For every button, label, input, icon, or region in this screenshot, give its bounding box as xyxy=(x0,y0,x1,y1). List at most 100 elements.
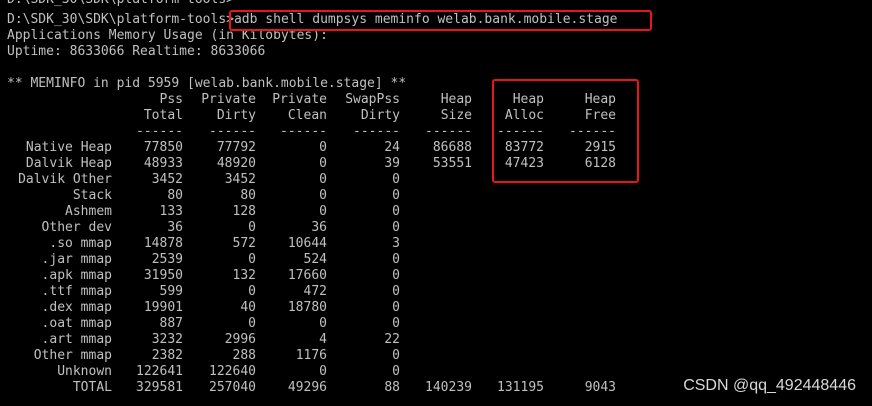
row-value: 2539 xyxy=(151,252,183,267)
table-row: Stack 80 80 0 0 xyxy=(0,188,700,204)
row-value: 0 xyxy=(392,348,400,363)
column-separator: ------ xyxy=(353,124,400,139)
row-value: 4 xyxy=(319,332,327,347)
row-value: 257040 xyxy=(209,380,256,395)
row-value: 24 xyxy=(384,140,400,155)
row-label: .apk mmap xyxy=(41,268,112,283)
row-value: 0 xyxy=(319,188,327,203)
csdn-watermark: CSDN @qq_492448446 xyxy=(683,377,856,394)
column-header-top: Private xyxy=(201,92,256,107)
prompt-path: D:\SDK_30\SDK\platform-tools xyxy=(7,12,227,27)
row-value: 48933 xyxy=(143,156,183,171)
column-header-top: SwapPss xyxy=(345,92,400,107)
column-separator: ------ xyxy=(136,124,183,139)
row-value: 88 xyxy=(384,380,400,395)
row-value: 80 xyxy=(167,188,183,203)
uptime-line: Uptime: 8633066 Realtime: 8633066 xyxy=(7,44,266,59)
column-header-bottom: Size xyxy=(440,108,472,123)
row-value: 572 xyxy=(232,236,256,251)
row-value: 39 xyxy=(384,156,400,171)
column-separator: ------ xyxy=(209,124,256,139)
row-value: 17660 xyxy=(287,268,327,283)
row-value: 9043 xyxy=(584,380,616,395)
row-value: 1176 xyxy=(295,348,327,363)
row-value: 524 xyxy=(303,252,327,267)
table-row: Unknown 122641 122640 0 0 xyxy=(0,364,700,380)
column-header-top: Heap xyxy=(440,92,472,107)
row-value: 0 xyxy=(319,172,327,187)
column-separator: ------ xyxy=(425,124,472,139)
previous-prompt-line: D:\SDK_30\SDK\platform-tools> xyxy=(7,0,234,8)
row-label: Other mmap xyxy=(33,348,112,363)
row-value: 0 xyxy=(248,220,256,235)
row-value: 0 xyxy=(392,364,400,379)
row-value: 0 xyxy=(248,316,256,331)
row-value: 36 xyxy=(167,220,183,235)
command-highlight-box xyxy=(229,10,652,31)
row-label: .oat mmap xyxy=(41,316,112,331)
row-value: 0 xyxy=(392,316,400,331)
row-value: 0 xyxy=(392,172,400,187)
column-header-bottom: Dirty xyxy=(216,108,256,123)
table-row: Other mmap 2382 288 1176 0 xyxy=(0,348,700,364)
row-value: 18780 xyxy=(287,300,327,315)
table-row: .apk mmap 31950 132 17660 0 xyxy=(0,268,700,284)
row-value: 288 xyxy=(232,348,256,363)
row-value: 0 xyxy=(319,364,327,379)
row-value: 48920 xyxy=(216,156,256,171)
row-value: 80 xyxy=(240,188,256,203)
row-label: Native Heap xyxy=(25,140,112,155)
table-row: .oat mmap 887 0 0 0 xyxy=(0,316,700,332)
table-row: Ashmem 133 128 0 0 xyxy=(0,204,700,220)
row-value: 3232 xyxy=(151,332,183,347)
row-value: 0 xyxy=(319,156,327,171)
column-separator: ------ xyxy=(280,124,327,139)
row-value: 0 xyxy=(392,220,400,235)
row-value: 0 xyxy=(392,204,400,219)
row-value: 122640 xyxy=(209,364,256,379)
terminal-window[interactable]: D:\SDK_30\SDK\platform-tools> D:\SDK_30\… xyxy=(0,0,872,406)
column-header-bottom: Dirty xyxy=(360,108,400,123)
row-label: .art mmap xyxy=(41,332,112,347)
row-value: 86688 xyxy=(432,140,472,155)
table-row: .jar mmap 2539 0 524 0 xyxy=(0,252,700,268)
row-value: 14878 xyxy=(143,236,183,251)
row-value: 22 xyxy=(384,332,400,347)
row-value: 0 xyxy=(392,252,400,267)
column-header-top: Private xyxy=(272,92,327,107)
row-label: .dex mmap xyxy=(41,300,112,315)
row-label: Stack xyxy=(72,188,112,203)
row-label: Dalvik Heap xyxy=(25,156,112,171)
row-value: 133 xyxy=(159,204,183,219)
row-value: 887 xyxy=(159,316,183,331)
row-value: 31950 xyxy=(143,268,183,283)
row-value: 0 xyxy=(319,316,327,331)
table-row: .dex mmap 19901 40 18780 0 xyxy=(0,300,700,316)
row-value: 0 xyxy=(392,188,400,203)
row-value: 329581 xyxy=(136,380,183,395)
table-row: Other dev 36 0 36 0 xyxy=(0,220,700,236)
row-value: 0 xyxy=(248,284,256,299)
row-value: 19901 xyxy=(143,300,183,315)
row-value: 77792 xyxy=(216,140,256,155)
row-value: 131195 xyxy=(497,380,544,395)
row-value: 53551 xyxy=(432,156,472,171)
row-value: 122641 xyxy=(136,364,183,379)
column-header-bottom: Clean xyxy=(287,108,327,123)
row-label: Ashmem xyxy=(65,204,112,219)
row-label: Dalvik Other xyxy=(18,172,112,187)
row-label: Unknown xyxy=(57,364,112,379)
row-value: 77850 xyxy=(143,140,183,155)
row-value: 0 xyxy=(248,252,256,267)
row-value: 3 xyxy=(392,236,400,251)
row-value: 49296 xyxy=(287,380,327,395)
row-value: 128 xyxy=(232,204,256,219)
row-label: .ttf mmap xyxy=(41,284,112,299)
row-value: 140239 xyxy=(425,380,472,395)
row-value: 10644 xyxy=(287,236,327,251)
row-value: 0 xyxy=(392,284,400,299)
table-row: TOTAL 329581 257040 49296 88 140239 131195 9043 xyxy=(0,380,700,396)
meminfo-title-line: ** MEMINFO in pid 5959 [welab.bank.mobil… xyxy=(7,76,407,91)
row-value: 2996 xyxy=(224,332,256,347)
row-label: .so mmap xyxy=(49,236,112,251)
